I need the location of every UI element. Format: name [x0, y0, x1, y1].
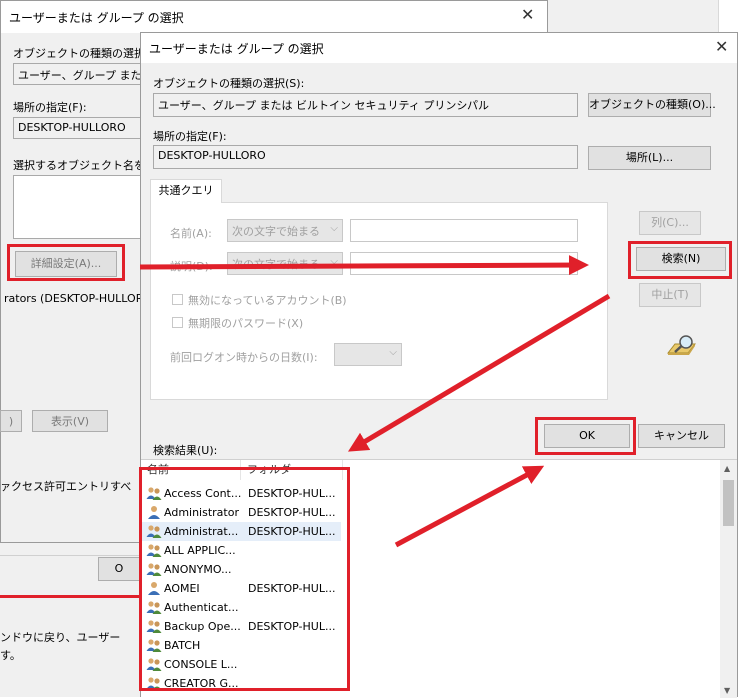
arrow-to-find-now: [139, 255, 589, 276]
annotation-arrows: [139, 255, 611, 548]
arrow-to-ok: [394, 465, 545, 548]
arrow-to-results: [347, 293, 611, 452]
